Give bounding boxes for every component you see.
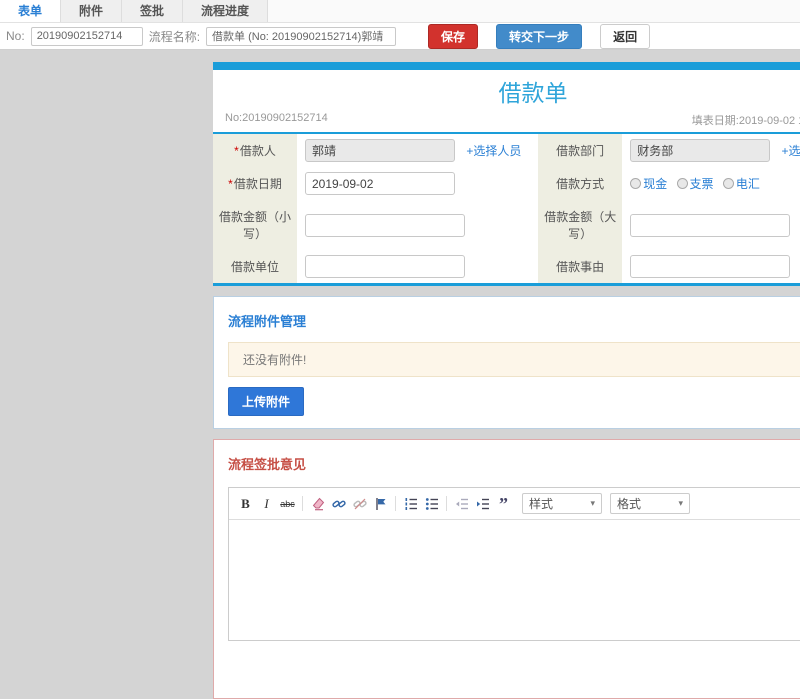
department-label: 借款部门 xyxy=(556,144,605,158)
amount-small-input[interactable] xyxy=(305,213,465,237)
link-icon[interactable] xyxy=(328,495,349,513)
table-row: 借款单位 借款事由 xyxy=(213,250,800,283)
outdent-icon[interactable] xyxy=(451,495,472,513)
amount-big-input[interactable] xyxy=(630,213,791,237)
department-input[interactable] xyxy=(630,139,771,162)
flow-name-input[interactable] xyxy=(206,26,397,46)
tab-progress[interactable]: 流程进度 xyxy=(183,0,269,22)
remove-format-icon[interactable] xyxy=(307,495,328,513)
form-meta-row: No:20190902152714 填表日期:2019-09-02 15:27:… xyxy=(213,109,800,134)
table-row: *借款人 +选择人员 借款部门 +选择部门 xyxy=(213,134,800,167)
tab-attachment[interactable]: 附件 xyxy=(61,0,123,22)
editor-content-area[interactable] xyxy=(229,520,800,640)
indent-icon[interactable] xyxy=(472,495,493,513)
flow-name-label: 流程名称: xyxy=(148,29,201,44)
format-select[interactable]: 格式 ▾ xyxy=(610,493,690,514)
save-button[interactable]: 保存 xyxy=(428,23,479,49)
toolbar-separator xyxy=(446,496,447,511)
back-button[interactable]: 返回 xyxy=(600,23,651,49)
tab-bar: 表单 附件 签批 流程进度 xyxy=(0,0,800,23)
tab-approval[interactable]: 签批 xyxy=(122,0,184,22)
loan-reason-input[interactable] xyxy=(630,255,791,278)
unit-label: 借款单位 xyxy=(230,260,279,274)
style-select[interactable]: 样式 ▾ xyxy=(522,493,602,514)
anchor-flag-icon[interactable] xyxy=(370,495,391,513)
unordered-list-icon[interactable] xyxy=(421,495,442,513)
select-person-link[interactable]: +选择人员 xyxy=(466,144,521,158)
bold-icon[interactable]: B xyxy=(235,495,256,513)
reason-label: 借款事由 xyxy=(556,260,605,274)
approval-panel: 流程签批意见 B I abc ” 样式 ▾ 格式 ▾ xyxy=(213,439,800,699)
no-label: No: xyxy=(6,29,25,43)
form-no-text: No:20190902152714 xyxy=(225,112,328,124)
style-select-label: 样式 xyxy=(529,497,554,511)
chevron-down-icon: ▾ xyxy=(590,498,595,508)
radio-circle-icon[interactable] xyxy=(630,178,642,189)
borrower-input[interactable] xyxy=(305,139,455,162)
next-step-button[interactable]: 转交下一步 xyxy=(496,23,583,49)
italic-icon[interactable]: I xyxy=(256,495,277,513)
amount-big-label: 借款金额（大写） xyxy=(544,210,617,241)
radio-cheque[interactable]: 支票 xyxy=(676,175,714,192)
page-title: 借款单 xyxy=(498,80,568,106)
table-row: 借款金额（小写） 借款金额（大写） xyxy=(213,200,800,250)
toolbar: No: 流程名称: 保存 转交下一步 返回 xyxy=(0,23,800,49)
loan-form-panel: 借款单 No:20190902152714 填表日期:2019-09-02 15… xyxy=(213,62,800,286)
select-department-link[interactable]: +选择部门 xyxy=(782,144,800,158)
amount-small-label: 借款金额（小写） xyxy=(219,210,292,241)
radio-wire[interactable]: 电汇 xyxy=(722,175,760,192)
loan-form-table: *借款人 +选择人员 借款部门 +选择部门 *借款日期 借款方式 现金 xyxy=(213,134,800,283)
table-row: *借款日期 借款方式 现金 支票 电汇 xyxy=(213,167,800,200)
required-mark: * xyxy=(234,144,239,158)
rich-text-editor: B I abc ” 样式 ▾ 格式 ▾ xyxy=(228,487,800,641)
loan-date-input[interactable] xyxy=(305,172,455,195)
editor-toolbar: B I abc ” 样式 ▾ 格式 ▾ xyxy=(229,488,800,520)
toolbar-separator xyxy=(302,496,303,511)
upload-attachment-button[interactable]: 上传附件 xyxy=(228,387,305,416)
attachments-title: 流程附件管理 xyxy=(228,314,307,329)
borrower-label: 借款人 xyxy=(239,144,276,158)
ordered-list-icon[interactable] xyxy=(400,495,421,513)
radio-circle-icon[interactable] xyxy=(722,178,734,189)
no-attachments-message: 还没有附件! xyxy=(228,342,800,377)
format-select-label: 格式 xyxy=(617,497,642,511)
tab-form[interactable]: 表单 xyxy=(0,0,62,22)
document-area: 借款单 No:20190902152714 填表日期:2019-09-02 15… xyxy=(213,62,800,699)
radio-circle-icon[interactable] xyxy=(676,178,688,189)
method-label: 借款方式 xyxy=(556,177,605,191)
blockquote-icon[interactable]: ” xyxy=(493,495,514,513)
fill-date-text: 填表日期:2019-09-02 15:27:14 xyxy=(691,115,800,127)
chevron-down-icon: ▾ xyxy=(678,498,683,508)
strikethrough-icon[interactable]: abc xyxy=(277,495,298,513)
required-mark: * xyxy=(228,177,233,191)
radio-cash[interactable]: 现金 xyxy=(630,175,667,192)
no-input[interactable] xyxy=(30,26,143,46)
date-label: 借款日期 xyxy=(233,177,282,191)
approval-title: 流程签批意见 xyxy=(228,457,307,472)
toolbar-separator xyxy=(395,496,396,511)
header: 表单 附件 签批 流程进度 No: 流程名称: 保存 转交下一步 返回 xyxy=(0,0,800,50)
attachments-panel: 流程附件管理 还没有附件! 上传附件 xyxy=(213,296,800,429)
loan-unit-input[interactable] xyxy=(305,255,465,278)
panel-top-bar xyxy=(213,62,800,70)
unlink-icon[interactable] xyxy=(349,495,370,513)
